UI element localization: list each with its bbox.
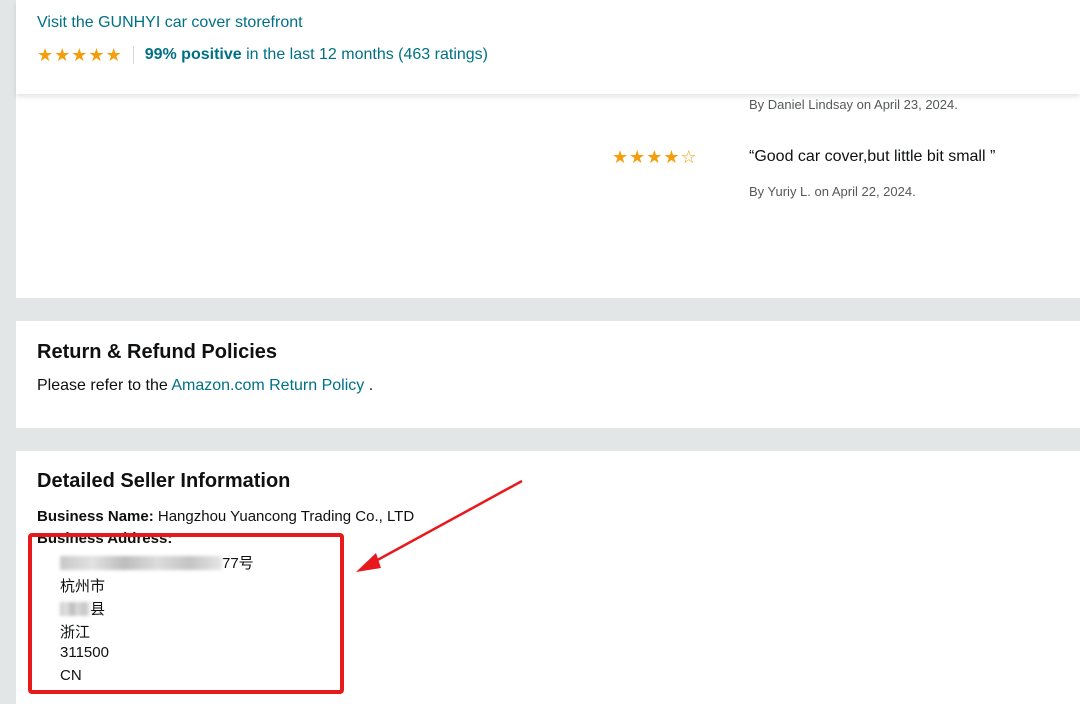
annotation-highlight-box [28,533,344,694]
review-author-line: By Daniel Lindsay on April 23, 2024. [749,97,958,112]
star-icon: ★ [71,45,88,65]
storefront-card: Visit the GUNHYI car cover storefront ★ … [16,0,1080,94]
seller-info-title: Detailed Seller Information [37,470,291,492]
business-name-label: Business Name: [37,508,154,525]
return-policy-panel: Return & Refund Policies Please refer to… [16,321,1080,428]
storefront-link[interactable]: Visit the GUNHYI car cover storefront [37,14,303,32]
star-icon: ★ [105,45,122,65]
star-icon: ★ [88,45,105,65]
star-outline-icon: ☆ [680,147,697,167]
star-icon: ★ [37,45,54,65]
seller-rating-row: ★ ★ ★ ★ ★ 99% positive in the last 12 mo… [37,46,488,64]
seller-feedback-panel: Visit the GUNHYI car cover storefront ★ … [16,0,1080,298]
return-policy-prefix: Please refer to the [37,377,172,394]
review-quote: “Good car cover,but little bit small ” [749,148,996,165]
star-icon: ★ [612,147,629,167]
return-policy-title: Return & Refund Policies [37,341,278,363]
divider [132,46,134,64]
ratings-summary: in the last 12 months (463 ratings) [241,46,488,63]
star-icon: ★ [663,147,680,167]
star-rating: ★ ★ ★ ★ ★ [37,46,122,64]
positive-percent: 99% positive [144,46,242,63]
star-icon: ★ [646,147,663,167]
review-star-rating: ★ ★ ★ ★ ☆ [612,148,697,168]
return-policy-link[interactable]: Amazon.com Return Policy [171,377,364,394]
star-icon: ★ [629,147,646,167]
review-author-line: By Yuriy L. on April 22, 2024. [749,184,916,199]
return-policy-suffix: . [364,377,374,394]
business-name-value: Hangzhou Yuancong Trading Co., LTD [153,508,415,525]
business-name-row: Business Name: Hangzhou Yuancong Trading… [37,508,414,525]
star-icon: ★ [54,45,71,65]
seller-ratings-link[interactable]: 99% positive in the last 12 months (463 … [145,46,488,64]
return-policy-text: Please refer to the Amazon.com Return Po… [37,377,373,395]
